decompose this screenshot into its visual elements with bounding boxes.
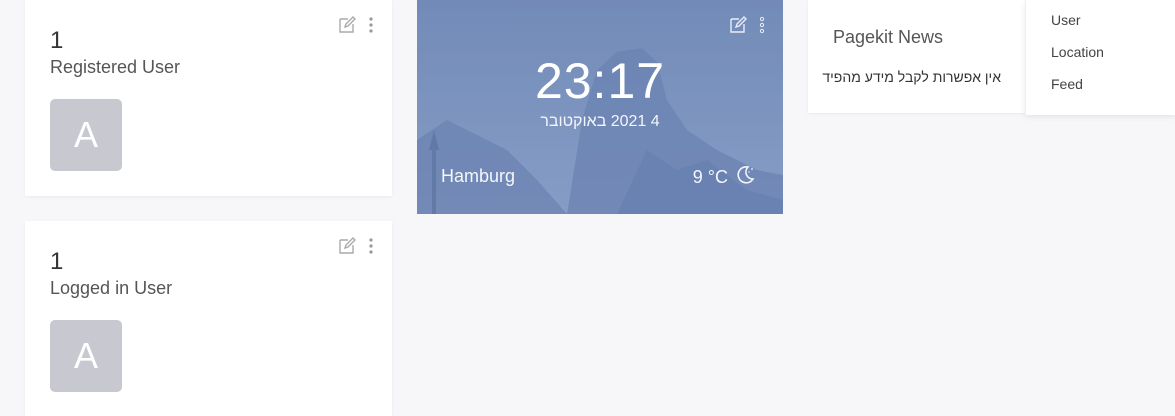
add-widget-dropdown: User Location Feed: [1025, 0, 1175, 115]
widget-toolbar: [338, 16, 374, 34]
weather-city: Hamburg: [441, 166, 516, 186]
dropdown-item-user[interactable]: User: [1051, 12, 1081, 28]
news-widget: Pagekit News אין אפשרות לקבל מידע מהפיד: [808, 0, 1025, 113]
edit-icon[interactable]: [729, 16, 747, 34]
edit-icon[interactable]: [338, 237, 356, 255]
widget-label: Logged in User: [50, 278, 173, 298]
widget-label: Registered User: [50, 57, 181, 77]
user-count: 1: [50, 248, 64, 275]
news-title: Pagekit News: [833, 27, 944, 47]
logged-in-user-widget: 1 Logged in User A: [25, 221, 392, 416]
weather-temperature: 9 °C: [692, 167, 728, 187]
moon-icon: [734, 164, 756, 191]
registered-user-widget: 1 Registered User A: [25, 0, 392, 196]
clock-time: 23:17: [534, 53, 666, 109]
user-count: 1: [50, 27, 64, 54]
dropdown-item-feed[interactable]: Feed: [1051, 76, 1083, 92]
widget-toolbar: [729, 16, 765, 34]
widget-toolbar: [338, 237, 374, 255]
more-vertical-icon[interactable]: [368, 16, 374, 34]
more-vertical-icon[interactable]: [759, 16, 765, 34]
clock-date: 4 2021 באוקטובר: [540, 113, 660, 130]
clock-weather-widget: 23:17 4 2021 באוקטובר Hamburg 9 °C: [417, 0, 783, 214]
dropdown-item-location[interactable]: Location: [1051, 44, 1104, 60]
weather-info: 9 °C: [693, 164, 756, 191]
more-vertical-icon[interactable]: [368, 237, 374, 255]
avatar[interactable]: A: [50, 99, 122, 171]
edit-icon[interactable]: [338, 16, 356, 34]
avatar[interactable]: A: [50, 320, 122, 392]
news-error-message: אין אפשרות לקבל מידע מהפיד: [822, 69, 1001, 85]
